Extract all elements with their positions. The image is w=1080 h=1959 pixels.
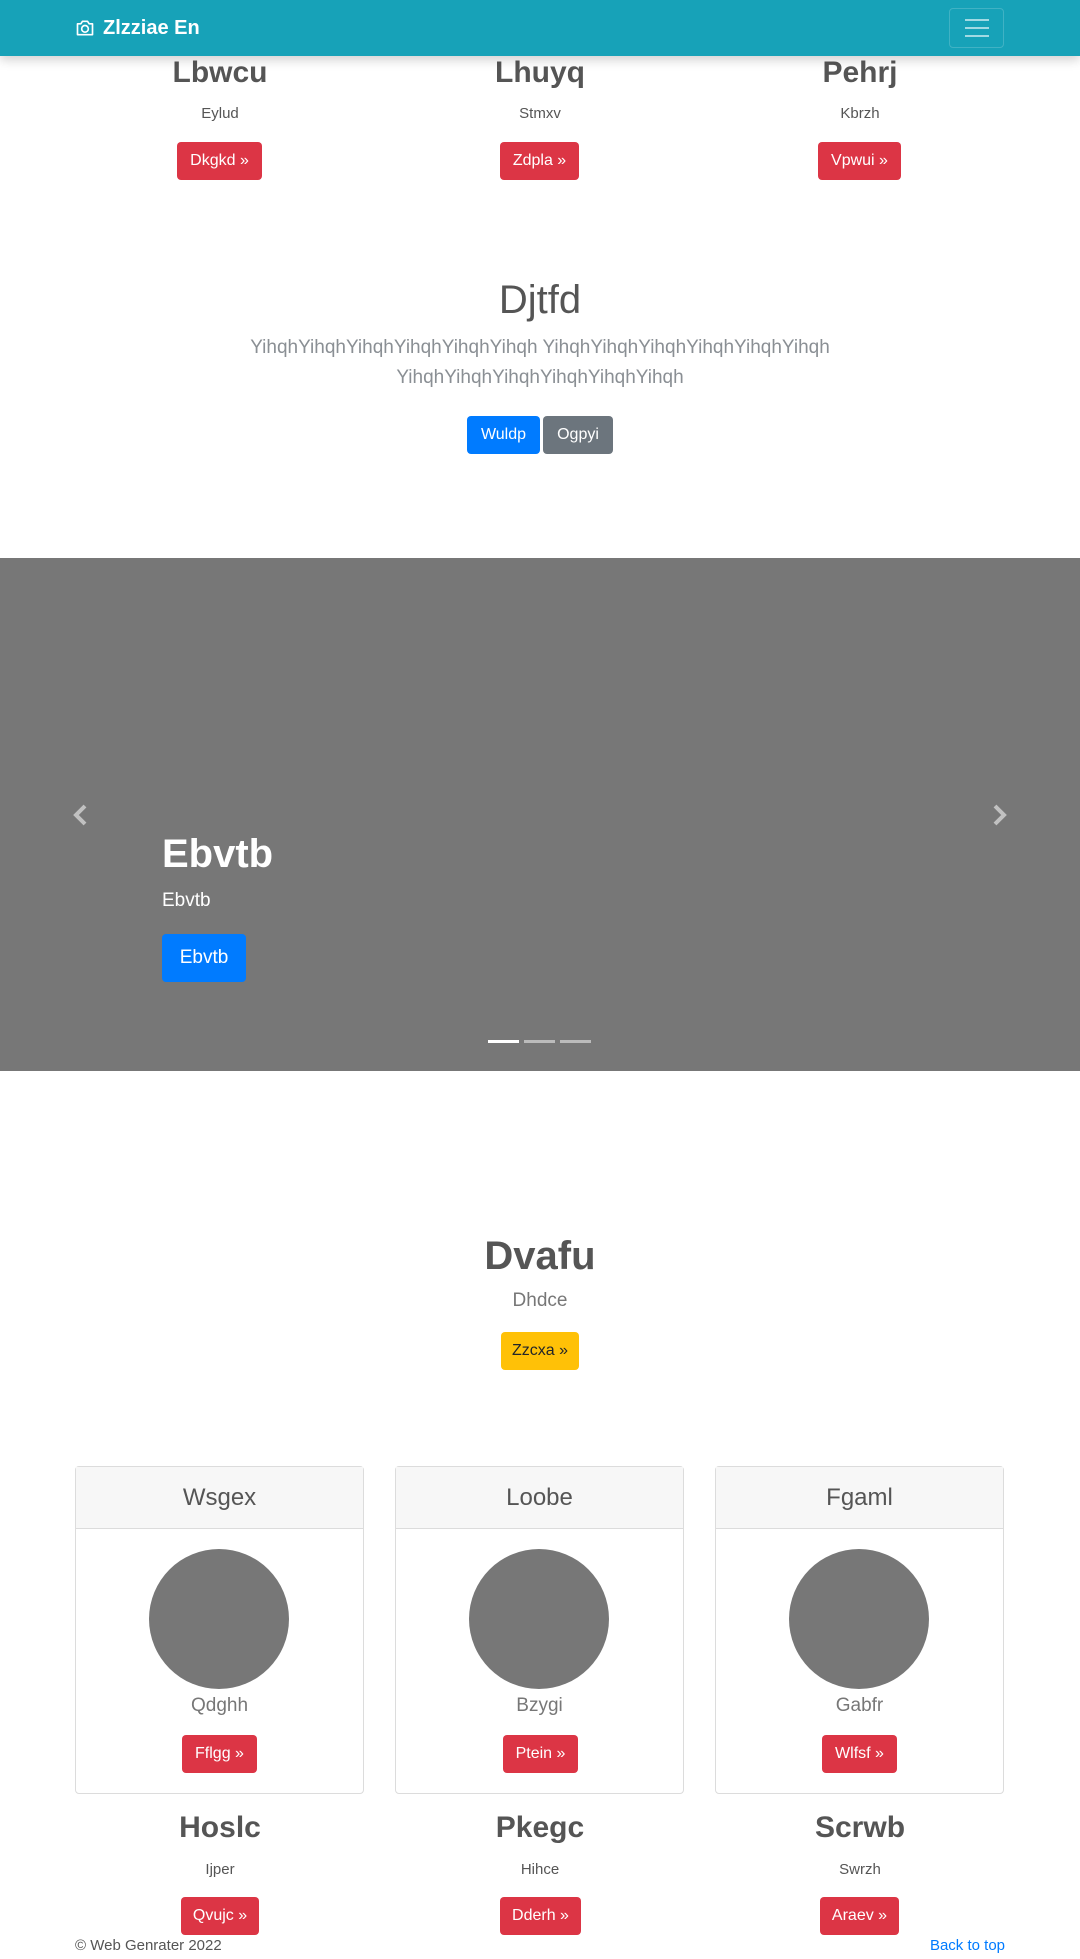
feature-subtitle: Eylud bbox=[201, 105, 239, 122]
jumbotron-primary-button[interactable]: Wuldp bbox=[467, 416, 540, 454]
carousel-indicator[interactable] bbox=[524, 1040, 555, 1043]
carousel-caption-button[interactable]: Ebvtb bbox=[162, 934, 246, 982]
jumbotron-lead-line1: YihqhYihqhYihqhYihqhYihqhYihqh YihqhYihq… bbox=[250, 337, 830, 358]
card-header: Loobe bbox=[396, 1467, 683, 1529]
card-image-placeholder bbox=[789, 1549, 929, 1689]
feature-title: Hoslc bbox=[179, 1811, 261, 1844]
card-button[interactable]: Fflgg » bbox=[182, 1735, 257, 1773]
card-button[interactable]: Ptein » bbox=[503, 1735, 578, 1773]
feature-subtitle: Stmxv bbox=[519, 105, 561, 122]
hamburger-menu-icon bbox=[964, 19, 989, 21]
feature-button[interactable]: Araev » bbox=[820, 1897, 899, 1935]
page: Zlzziae En Lbwcu Eylud Dkgkd » Lhuyq Stm… bbox=[0, 0, 1080, 1959]
carousel-next-button[interactable] bbox=[979, 795, 1019, 835]
feature-title: Pehrj bbox=[822, 56, 898, 89]
carousel-indicators bbox=[488, 1040, 591, 1043]
card-image-placeholder bbox=[469, 1549, 609, 1689]
card-image-placeholder bbox=[149, 1549, 289, 1689]
card-text: Gabfr bbox=[835, 1695, 884, 1716]
carousel-indicator[interactable] bbox=[488, 1040, 519, 1043]
brand-label: Zlzziae En bbox=[103, 16, 200, 39]
feature-title: Pkegc bbox=[495, 1811, 585, 1844]
card-header: Wsgex bbox=[76, 1467, 363, 1529]
navbar-toggler-button[interactable] bbox=[949, 8, 1004, 48]
footer-copyright: © Web Genrater 2022 bbox=[75, 1937, 222, 1954]
feature-subtitle: Swrzh bbox=[839, 1861, 881, 1878]
jumbotron-secondary-button[interactable]: Ogpyi bbox=[543, 416, 613, 454]
feature-subtitle: Hihce bbox=[520, 1861, 560, 1878]
section-button[interactable]: Zzcxa » bbox=[501, 1332, 579, 1370]
feature-title: Lbwcu bbox=[172, 56, 268, 89]
jumbotron-lead-line2: YihqhYihqhYihqhYihqhYihqhYihqh bbox=[396, 367, 684, 388]
feature-button[interactable]: Qvujc » bbox=[181, 1897, 259, 1935]
navbar: Zlzziae En bbox=[0, 0, 1080, 56]
card-text: Qdghh bbox=[190, 1695, 249, 1716]
feature-button[interactable]: Dderh » bbox=[500, 1897, 581, 1935]
camera-icon bbox=[76, 20, 94, 36]
feature-button[interactable]: Vpwui » bbox=[818, 142, 901, 180]
feature-subtitle: Kbrzh bbox=[840, 105, 880, 122]
carousel-prev-button[interactable] bbox=[61, 795, 101, 835]
navbar-brand[interactable]: Zlzziae En bbox=[75, 16, 200, 40]
section-title: Dvafu bbox=[484, 1234, 596, 1278]
feature-title: Scrwb bbox=[814, 1811, 906, 1844]
feature-title: Lhuyq bbox=[495, 56, 585, 89]
carousel-caption-title: Ebvtb bbox=[162, 832, 274, 876]
jumbotron-title: Djtfd bbox=[498, 278, 582, 322]
card-button[interactable]: Wlfsf » bbox=[822, 1735, 897, 1773]
carousel bbox=[0, 558, 1080, 1071]
carousel-indicator[interactable] bbox=[560, 1040, 591, 1043]
back-to-top-link[interactable]: Back to top bbox=[930, 1937, 1005, 1954]
card-text: Bzygi bbox=[516, 1695, 563, 1716]
section-subtitle: Dhdce bbox=[512, 1290, 568, 1311]
chevron-right-icon bbox=[993, 804, 1007, 826]
feature-button[interactable]: Zdpla » bbox=[500, 142, 579, 180]
feature-subtitle: Ijper bbox=[205, 1861, 235, 1878]
feature-button[interactable]: Dkgkd » bbox=[177, 142, 262, 180]
carousel-caption-text: Ebvtb bbox=[162, 890, 211, 911]
card-header: Fgaml bbox=[716, 1467, 1003, 1529]
chevron-left-icon bbox=[73, 804, 87, 826]
